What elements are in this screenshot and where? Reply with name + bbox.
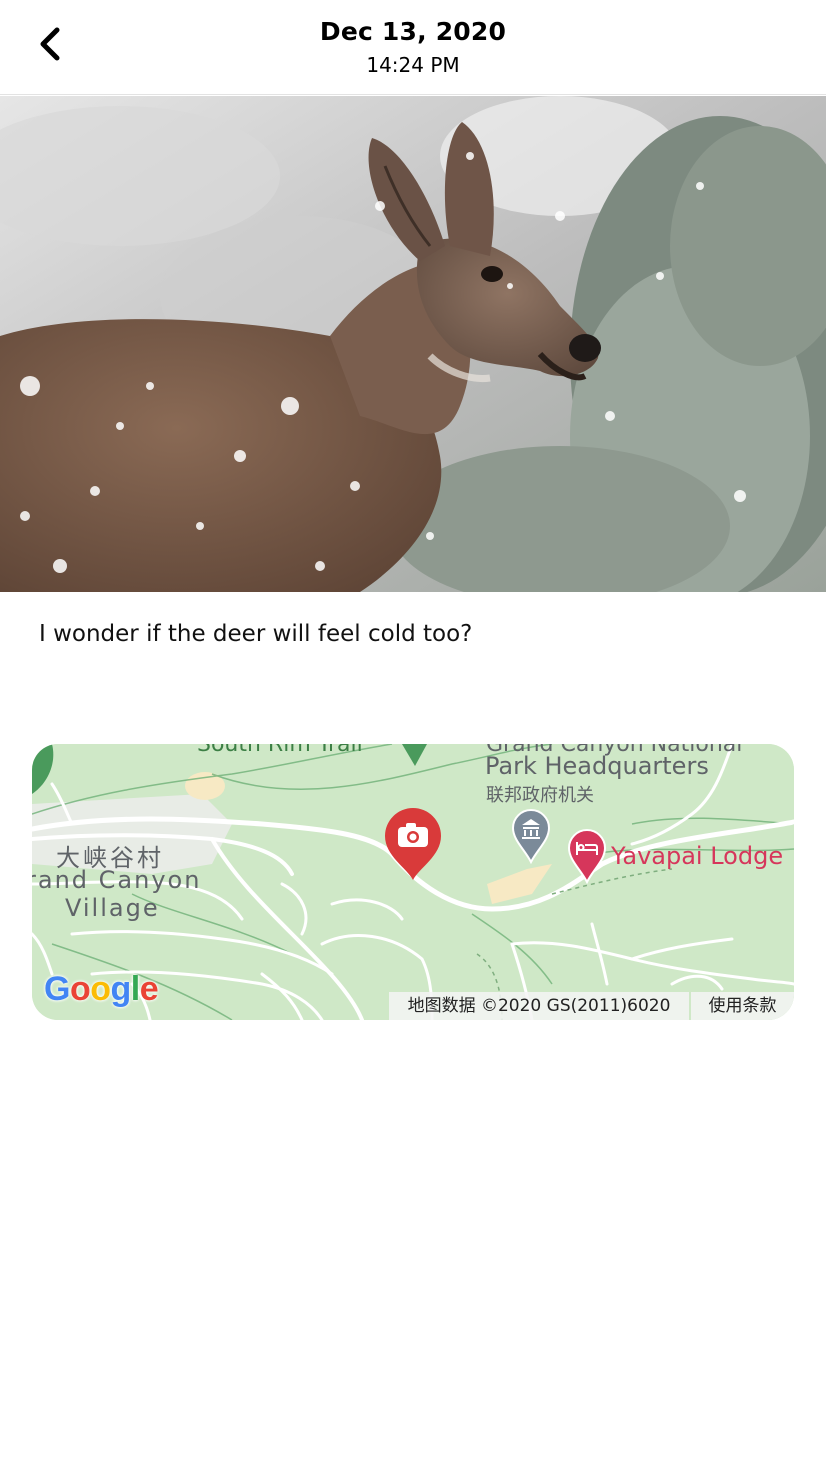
map-label-village-en-1: rand Canyon: [32, 866, 202, 894]
top-bar: Dec 13, 2020 14:24 PM: [0, 0, 826, 95]
entry-caption: I wonder if the deer will feel cold too?: [39, 621, 473, 647]
location-map[interactable]: South Rim Trail Grand Canyon National Pa…: [32, 744, 794, 1020]
map-label-village-en-2: Village: [65, 894, 160, 922]
google-logo: Google: [44, 970, 159, 1008]
deer-in-snow-image: [0, 96, 826, 592]
entry-photo[interactable]: [0, 96, 826, 592]
map-label-hq: Park Headquarters: [485, 752, 709, 780]
camera-map-pin-icon[interactable]: [382, 806, 444, 882]
map-terms-link[interactable]: 使用条款: [691, 992, 794, 1020]
map-attribution: 地图数据 ©2020 GS(2011)6020: [389, 992, 689, 1020]
map-label-hq-category: 联邦政府机关: [486, 785, 594, 806]
entry-date: Dec 13, 2020: [319, 17, 507, 46]
map-label-trail: South Rim Trail: [197, 744, 363, 757]
entry-time: 14:24 PM: [366, 53, 460, 77]
map-label-lodge[interactable]: Yavapai Lodge: [611, 842, 783, 870]
government-building-pin-icon[interactable]: [511, 808, 551, 864]
hotel-bed-pin-icon[interactable]: [567, 828, 607, 884]
